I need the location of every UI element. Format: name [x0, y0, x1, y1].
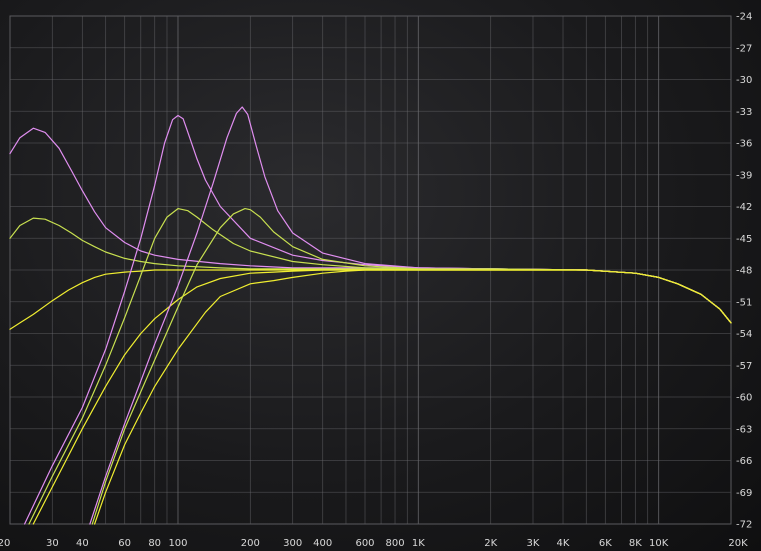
x-tick-label: 1K — [412, 538, 425, 549]
y-tick-label: -27 — [736, 43, 752, 54]
x-tick-label: 10K — [649, 538, 669, 549]
x-tick-label: 6K — [599, 538, 612, 549]
y-tick-label: -63 — [736, 424, 752, 435]
x-tick-label: 60 — [118, 538, 131, 549]
y-tick-label: -69 — [736, 488, 752, 499]
x-tick-label: 600 — [355, 538, 374, 549]
x-axis-tick-labels: 20 30 40 60 80 100 200 300 400 600 800 1K 2K 3K 4K 6K 8K… — [0, 538, 748, 549]
x-tick-label: 80 — [148, 538, 161, 549]
y-tick-label: -66 — [736, 456, 752, 467]
x-tick-label: 30 — [46, 538, 59, 549]
x-tick-label: 2K — [484, 538, 497, 549]
x-tick-label: 40 — [76, 538, 89, 549]
x-tick-label: 20 — [0, 538, 10, 549]
response-curves — [9, 106, 732, 525]
y-tick-label: -39 — [736, 170, 752, 181]
x-tick-label: 100 — [168, 538, 187, 549]
x-tick-label: 3K — [527, 538, 540, 549]
y-tick-label: -60 — [736, 393, 752, 404]
x-tick-label: 200 — [241, 538, 260, 549]
y-tick-label: -51 — [736, 297, 752, 308]
response-curve-magenta-7 — [89, 106, 732, 525]
y-tick-label: -33 — [736, 107, 752, 118]
response-curve-magenta-1 — [9, 127, 732, 324]
x-tick-label: 4K — [557, 538, 570, 549]
response-curve-green-5 — [28, 208, 732, 525]
eq-analyzer-display: 20 30 40 60 80 100 200 300 400 600 800 1K 2K 3K 4K 6K 8K… — [0, 0, 761, 551]
y-tick-label: -54 — [736, 329, 752, 340]
x-tick-label: 400 — [313, 538, 332, 549]
y-tick-label: -72 — [736, 520, 752, 531]
x-tick-label: 300 — [283, 538, 302, 549]
y-tick-label: -57 — [736, 361, 752, 372]
y-tick-label: -42 — [736, 202, 752, 213]
response-curve-magenta-4 — [24, 114, 732, 525]
x-tick-label: 800 — [385, 538, 404, 549]
y-axis-tick-labels: -24 -27 -30 -33 -36 -39 -42 -45 -48 -51 -54 -57 -60 -… — [736, 12, 752, 531]
frequency-response-chart: 20 30 40 60 80 100 200 300 400 600 800 1K 2K 3K 4K 6K 8K… — [0, 12, 752, 550]
y-tick-label: -45 — [736, 234, 752, 245]
y-tick-label: -24 — [736, 12, 752, 23]
y-tick-label: -48 — [736, 266, 752, 277]
y-tick-label: -30 — [736, 75, 752, 86]
x-tick-label: 8K — [629, 538, 642, 549]
y-tick-label: -36 — [736, 139, 752, 150]
response-curve-yellow-3 — [9, 269, 732, 330]
x-tick-label: 20K — [728, 538, 748, 549]
